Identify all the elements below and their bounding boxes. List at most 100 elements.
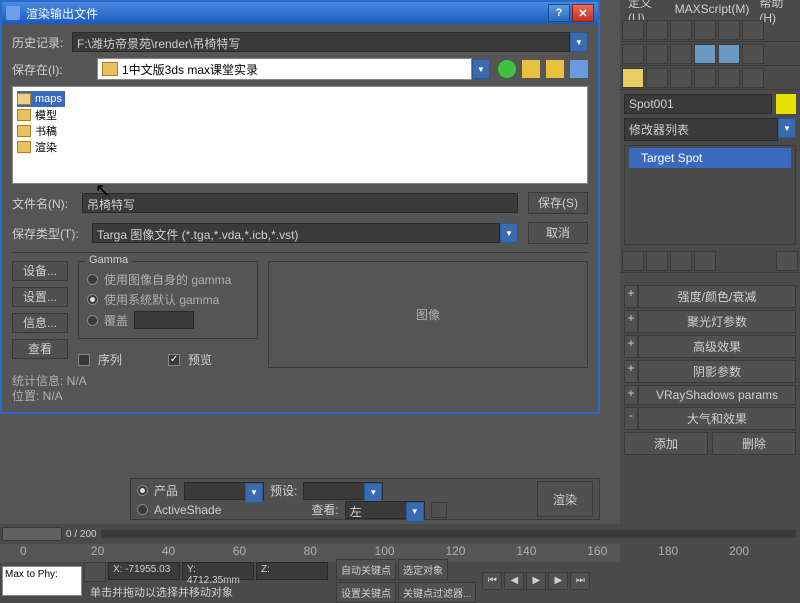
y-coord[interactable]: Y: 4712.35mm (182, 562, 254, 580)
savein-dropdown[interactable]: 1中文版3ds max课堂实录 (97, 58, 472, 80)
time-slider[interactable]: 0 / 200 (0, 524, 800, 544)
time-track[interactable] (101, 530, 796, 538)
tool-btn[interactable] (646, 20, 668, 40)
folder-item[interactable]: maps (17, 91, 65, 107)
next-frame-icon[interactable]: ▶ (548, 572, 568, 590)
time-slider-handle[interactable] (2, 527, 62, 541)
history-dropdown[interactable]: F:\潍坊帝景苑\render\吊椅特写 (72, 32, 570, 52)
auto-key-button[interactable]: 自动关键点 (336, 559, 396, 580)
teapot-icon[interactable] (742, 44, 764, 64)
stack-item-target-spot[interactable]: Target Spot (629, 148, 791, 168)
modifier-list-dropdown[interactable]: 修改器列表 (624, 118, 778, 141)
filetype-dropdown[interactable]: Targa 图像文件 (*.tga,*.vda,*.icb,*.vst) (92, 223, 500, 243)
view-menu-icon[interactable] (570, 60, 588, 78)
gamma-override-radio[interactable] (87, 315, 98, 326)
tool-btn[interactable] (742, 20, 764, 40)
setup-button[interactable]: 设置... (12, 287, 68, 307)
preview-checkbox[interactable] (168, 354, 180, 366)
file-browser[interactable]: maps 模型 书稿 渲染 (12, 86, 588, 184)
tool-btn[interactable] (646, 251, 668, 271)
tool-btn[interactable] (646, 44, 668, 64)
help-button[interactable]: ? (548, 4, 570, 22)
sequence-checkbox[interactable] (78, 354, 90, 366)
rollout-vray[interactable]: VRayShadows params (638, 385, 796, 405)
dropdown-arrow-icon[interactable] (472, 59, 490, 79)
modify-tab-icon[interactable] (646, 68, 668, 88)
new-folder-icon[interactable] (546, 60, 564, 78)
folder-item[interactable]: 模型 (17, 107, 583, 123)
object-name-input[interactable]: Spot001 (624, 94, 772, 114)
dropdown-arrow-icon[interactable] (500, 223, 518, 243)
rollout-advanced[interactable]: 高级效果 (638, 335, 796, 358)
activeshade-radio[interactable] (137, 504, 148, 515)
cancel-button[interactable]: 取消 (528, 222, 588, 244)
dropdown-arrow-icon[interactable] (406, 502, 424, 522)
dropdown-arrow-icon[interactable] (245, 483, 263, 503)
view-button[interactable]: 查看 (12, 339, 68, 359)
material-editor-icon[interactable] (622, 44, 644, 64)
close-button[interactable]: ✕ (572, 4, 594, 22)
modifier-stack[interactable]: Target Spot (624, 145, 796, 245)
rollout-expand-icon[interactable]: + (624, 310, 638, 333)
motion-tab-icon[interactable] (694, 68, 716, 88)
pin-stack-icon[interactable] (622, 251, 644, 271)
dropdown-arrow-icon[interactable] (570, 32, 588, 52)
rollout-collapse-icon[interactable]: - (624, 407, 638, 430)
back-icon[interactable] (498, 60, 516, 78)
x-coord[interactable]: X: -71955.03 (108, 562, 180, 580)
add-button[interactable]: 添加 (624, 432, 708, 455)
tool-btn[interactable] (670, 44, 692, 64)
goto-start-icon[interactable]: ⏮ (482, 572, 502, 590)
z-coord[interactable]: Z: (256, 562, 328, 580)
hierarchy-tab-icon[interactable] (670, 68, 692, 88)
rollout-expand-icon[interactable]: + (624, 360, 638, 383)
rollout-expand-icon[interactable]: + (624, 285, 638, 308)
dropdown-arrow-icon[interactable] (778, 118, 796, 138)
configure-icon[interactable] (776, 251, 798, 271)
gamma-image-radio[interactable] (87, 274, 98, 285)
view-dropdown[interactable]: 左 (345, 501, 425, 519)
lock-selection-icon[interactable] (84, 562, 106, 582)
gamma-system-radio[interactable] (87, 294, 98, 305)
prev-frame-icon[interactable]: ◀ (504, 572, 524, 590)
folder-item[interactable]: 书稿 (17, 123, 583, 139)
create-tab-icon[interactable] (622, 68, 644, 88)
info-button[interactable]: 信息... (12, 313, 68, 333)
object-color-swatch[interactable] (776, 94, 796, 114)
product-radio[interactable] (137, 485, 148, 496)
rollout-intensity[interactable]: 强度/颜色/衰减 (638, 285, 796, 308)
tool-btn[interactable] (718, 20, 740, 40)
preset-dropdown[interactable] (303, 482, 383, 500)
render-icon[interactable] (694, 44, 716, 64)
lock-icon[interactable] (431, 502, 447, 518)
tool-btn[interactable] (694, 251, 716, 271)
rollout-expand-icon[interactable]: + (624, 335, 638, 358)
dialog-titlebar[interactable]: 渲染输出文件 ? ✕ (2, 2, 598, 24)
tool-btn[interactable] (670, 20, 692, 40)
delete-button[interactable]: 删除 (712, 432, 796, 455)
dropdown-arrow-icon[interactable] (364, 483, 382, 503)
menu-maxscript[interactable]: MAXScript(M) (671, 2, 754, 16)
save-button[interactable]: 保存(S) (528, 192, 588, 214)
rollout-expand-icon[interactable]: + (624, 385, 638, 405)
goto-end-icon[interactable]: ⏭ (570, 572, 590, 590)
utilities-tab-icon[interactable] (742, 68, 764, 88)
folder-item[interactable]: 渲染 (17, 139, 583, 155)
rollout-spotlight[interactable]: 聚光灯参数 (638, 310, 796, 333)
play-icon[interactable]: ▶ (526, 572, 546, 590)
up-folder-icon[interactable] (522, 60, 540, 78)
display-tab-icon[interactable] (718, 68, 740, 88)
rollout-atmosphere[interactable]: 大气和效果 (638, 407, 796, 430)
render-button[interactable]: 渲染 (537, 481, 593, 517)
product-dropdown[interactable] (184, 482, 264, 500)
selected-filter[interactable]: 选定对象 (398, 559, 448, 580)
tool-btn[interactable] (694, 20, 716, 40)
devices-button[interactable]: 设备... (12, 261, 68, 281)
tool-btn[interactable] (622, 20, 644, 40)
tool-btn[interactable] (670, 251, 692, 271)
rollout-shadow[interactable]: 阴影参数 (638, 360, 796, 383)
filename-input[interactable]: 吊椅特写 (82, 193, 518, 213)
gamma-spinner[interactable] (134, 311, 194, 329)
teapot-icon[interactable] (718, 44, 740, 64)
maxscript-listener[interactable]: Max to Phy: (2, 566, 82, 596)
